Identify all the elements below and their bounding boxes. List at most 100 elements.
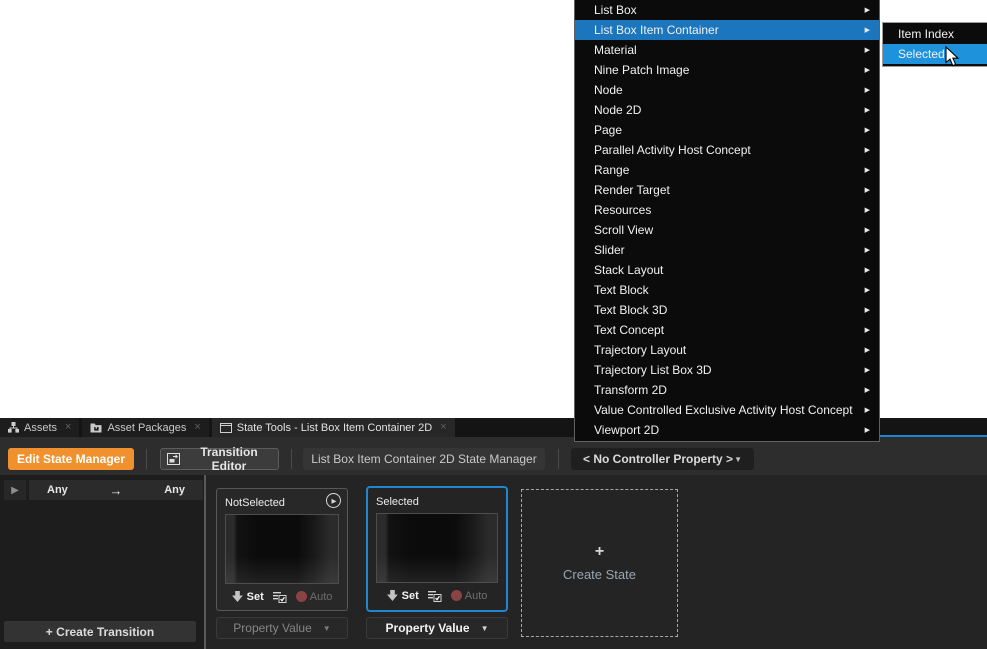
controller-property-dropdown[interactable]: < No Controller Property > ▼: [571, 448, 754, 470]
menu-item-label: Text Block 3D: [594, 303, 667, 317]
submenu-arrow-icon: ▶: [865, 166, 870, 174]
transition-editor-label: Transition Editor: [186, 445, 272, 473]
menu-item-label: Text Block: [594, 283, 649, 297]
context-menu-item[interactable]: Text Block ▶: [575, 280, 879, 300]
panel-content: ▶ Any → Any + Create Transition NotSelec…: [0, 475, 987, 649]
submenu-arrow-icon: ▶: [865, 6, 870, 14]
tab-label: State Tools - List Box Item Container 2D: [237, 422, 432, 434]
menu-item-label: Trajectory Layout: [594, 343, 686, 357]
menu-item-label: Stack Layout: [594, 263, 663, 277]
folder-icon: [90, 423, 102, 433]
create-transition-button[interactable]: + Create Transition: [4, 621, 196, 642]
menu-item-label: List Box: [594, 3, 637, 17]
context-menu-item[interactable]: List Box Item Container ▶: [575, 20, 879, 40]
transition-row[interactable]: Any → Any: [29, 480, 203, 500]
set-state-button[interactable]: Set: [387, 590, 419, 602]
context-menu-item[interactable]: Text Block 3D ▶: [575, 300, 879, 320]
window-icon: [220, 423, 232, 433]
submenu-arrow-icon: ▶: [865, 386, 870, 394]
property-value-dropdown-notselected[interactable]: Property Value ▼: [216, 617, 348, 639]
context-menu-item[interactable]: Viewport 2D ▶: [575, 420, 879, 440]
toolbar-separator: [146, 449, 147, 469]
state-name: Selected: [376, 496, 419, 508]
auto-indicator-icon: [451, 590, 462, 601]
context-menu-item[interactable]: Parallel Activity Host Concept ▶: [575, 140, 879, 160]
transition-from: Any: [47, 484, 68, 496]
submenu-arrow-icon: ▶: [865, 326, 870, 334]
set-state-button[interactable]: Set: [232, 591, 264, 603]
context-menu-item[interactable]: Node 2D ▶: [575, 100, 879, 120]
menu-item-label: Viewport 2D: [594, 423, 659, 437]
close-icon[interactable]: ×: [194, 422, 200, 433]
auto-toggle[interactable]: Auto: [451, 590, 488, 602]
submenu-arrow-icon: ▶: [865, 286, 870, 294]
tab-asset-packages[interactable]: Asset Packages ×: [82, 418, 208, 437]
context-menu-item[interactable]: Transform 2D ▶: [575, 380, 879, 400]
transition-arrow-icon: →: [110, 483, 123, 498]
context-menu-item[interactable]: List Box ▶: [575, 0, 879, 20]
context-menu-item[interactable]: Resources ▶: [575, 200, 879, 220]
create-transition-label: Create Transition: [56, 625, 154, 639]
create-state-button[interactable]: + Create State: [521, 489, 678, 637]
context-menu-item[interactable]: Trajectory List Box 3D ▶: [575, 360, 879, 380]
menu-item-label: Trajectory List Box 3D: [594, 363, 712, 377]
toolbar-separator: [291, 449, 292, 469]
context-menu-item[interactable]: Node ▶: [575, 80, 879, 100]
play-transition-button[interactable]: ▶: [4, 480, 26, 500]
close-icon[interactable]: ×: [440, 422, 446, 433]
arrow-down-icon: [232, 591, 243, 602]
context-menu-item[interactable]: Text Concept ▶: [575, 320, 879, 340]
context-menu-item[interactable]: Range ▶: [575, 160, 879, 180]
transition-editor-icon: [167, 453, 180, 465]
state-tools-panel: Assets × Asset Packages × State Tools - …: [0, 418, 987, 649]
tab-label: Assets: [24, 422, 57, 434]
state-card-notselected[interactable]: NotSelected ▶ Set Auto: [216, 488, 348, 611]
transition-editor-button[interactable]: Transition Editor: [160, 448, 279, 470]
menu-item-label: Slider: [594, 243, 625, 257]
context-menu-item[interactable]: Slider ▶: [575, 240, 879, 260]
submenu-arrow-icon: ▶: [865, 106, 870, 114]
state-manager-title[interactable]: List Box Item Container 2D State Manager: [303, 448, 545, 470]
tab-label: Asset Packages: [107, 422, 186, 434]
menu-item-label: Material: [594, 43, 637, 57]
edit-state-manager-button[interactable]: Edit State Manager: [8, 448, 134, 470]
context-menu-item[interactable]: Material ▶: [575, 40, 879, 60]
tab-assets[interactable]: Assets ×: [0, 418, 79, 437]
menu-item-label: Scroll View: [594, 223, 653, 237]
context-submenu-item[interactable]: Item Index: [883, 24, 987, 44]
submenu-arrow-icon: ▶: [865, 146, 870, 154]
state-card-selected[interactable]: Selected Set Auto: [366, 486, 508, 612]
context-menu-item[interactable]: Nine Patch Image ▶: [575, 60, 879, 80]
context-menu-item[interactable]: Stack Layout ▶: [575, 260, 879, 280]
property-value-dropdown-selected[interactable]: Property Value ▼: [366, 617, 508, 639]
set-label: Set: [247, 591, 264, 603]
context-menu-item[interactable]: Trajectory Layout ▶: [575, 340, 879, 360]
close-icon[interactable]: ×: [65, 422, 71, 433]
context-submenu-item[interactable]: Selected: [883, 44, 987, 64]
menu-item-label: List Box Item Container: [594, 23, 719, 37]
context-menu-item[interactable]: Page ▶: [575, 120, 879, 140]
menu-item-label: Text Concept: [594, 323, 664, 337]
states-pane: NotSelected ▶ Set Auto: [206, 475, 987, 649]
property-list-check-icon[interactable]: [428, 590, 442, 602]
assets-hierarchy-icon: [8, 422, 19, 433]
context-menu: List Box ▶ List Box Item Container ▶ Mat…: [574, 0, 880, 442]
plus-icon: +: [46, 625, 53, 639]
submenu-arrow-icon: ▶: [865, 406, 870, 414]
menu-item-label: Render Target: [594, 183, 670, 197]
state-preview-thumbnail: [376, 513, 498, 583]
preview-state-play-icon[interactable]: ▶: [326, 493, 341, 508]
toolbar-separator: [558, 449, 559, 469]
tab-state-tools[interactable]: State Tools - List Box Item Container 2D…: [212, 418, 455, 437]
submenu-arrow-icon: ▶: [865, 206, 870, 214]
context-menu-item[interactable]: Value Controlled Exclusive Activity Host…: [575, 400, 879, 420]
auto-toggle[interactable]: Auto: [296, 591, 333, 603]
context-menu-item[interactable]: Render Target ▶: [575, 180, 879, 200]
property-list-check-icon[interactable]: [273, 591, 287, 603]
menu-item-label: Node 2D: [594, 103, 641, 117]
submenu-arrow-icon: ▶: [865, 26, 870, 34]
menu-item-label: Resources: [594, 203, 651, 217]
context-menu-item[interactable]: Scroll View ▶: [575, 220, 879, 240]
state-preview-thumbnail: [225, 514, 339, 584]
create-state-label: Create State: [563, 567, 636, 582]
